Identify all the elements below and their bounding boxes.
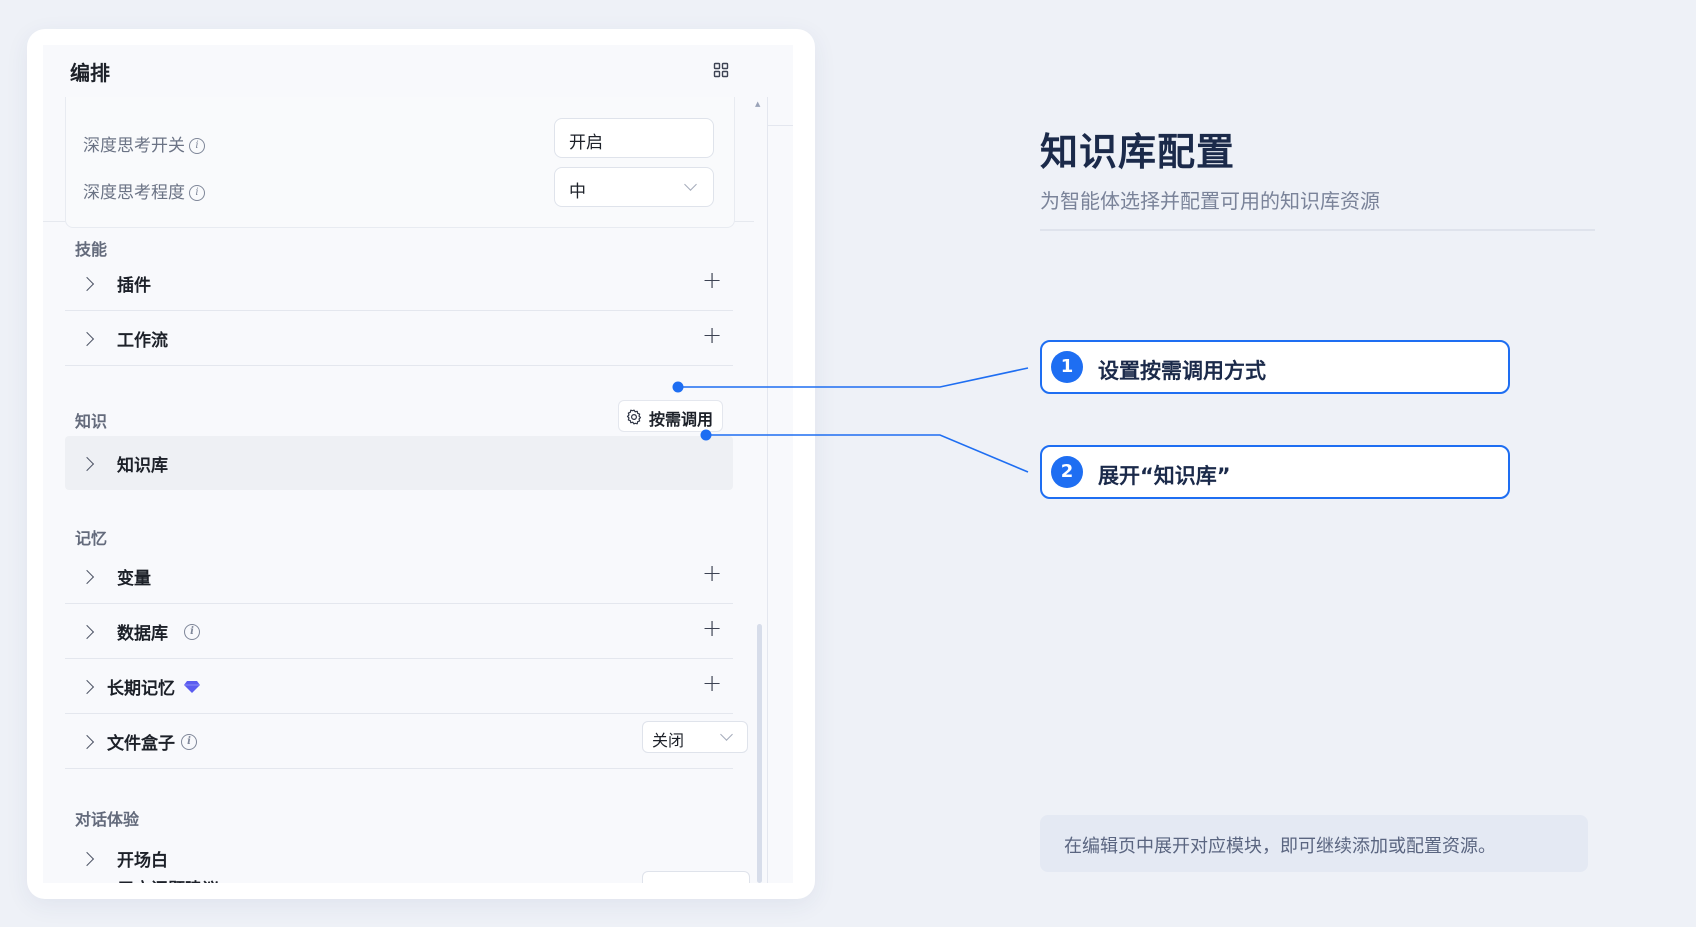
connector-dot-1: [672, 381, 684, 393]
connector-line-2: [708, 434, 1029, 473]
connector-dot-2: [700, 429, 712, 441]
callout-connectors: [672, 367, 1029, 473]
connector-line-1: [680, 367, 1029, 388]
